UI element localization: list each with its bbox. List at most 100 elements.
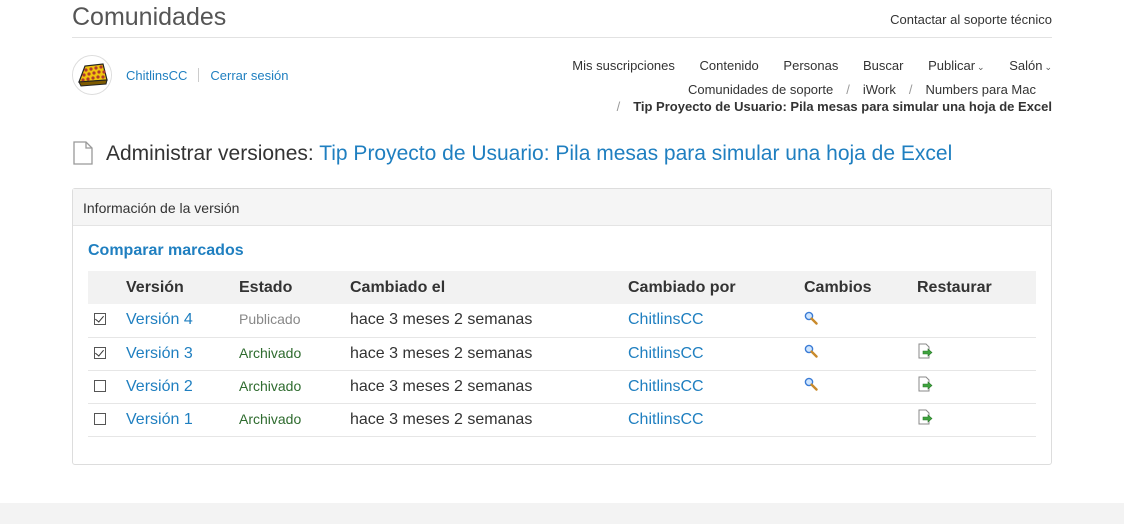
- logout-link[interactable]: Cerrar sesión: [210, 68, 288, 83]
- header-status: Estado: [239, 278, 293, 296]
- avatar[interactable]: [72, 55, 112, 95]
- compare-marked-button[interactable]: Comparar marcados: [88, 242, 244, 260]
- changed-by-cell: ChitlinsCC: [628, 370, 804, 403]
- user-links: ChitlinsCC Cerrar sesión: [126, 68, 288, 83]
- changes-cell: [804, 370, 917, 403]
- table-row: Versión 2 Archivado hace 3 meses 2 semanas…: [88, 370, 1036, 403]
- site-title[interactable]: Comunidades: [72, 3, 226, 32]
- changed-by-link[interactable]: ChitlinsCC: [628, 411, 704, 428]
- restore-cell: [917, 370, 1036, 403]
- versions-table: Versión Estado Cambiado el Cambiado por …: [88, 271, 1036, 437]
- changed-by-link[interactable]: ChitlinsCC: [628, 345, 704, 362]
- chevron-down-icon: ⌄: [977, 62, 985, 72]
- version-link[interactable]: Versión 2: [126, 378, 193, 395]
- version-cell: Versión 1: [126, 403, 239, 436]
- version-link[interactable]: Versión 3: [126, 345, 193, 362]
- avatar-image: [73, 56, 111, 94]
- table-header-row: Versión Estado Cambiado el Cambiado por …: [88, 271, 1036, 304]
- contact-support-link[interactable]: Contactar al soporte técnico: [890, 12, 1052, 27]
- row-checkbox[interactable]: [94, 313, 106, 326]
- breadcrumb-current: Tip Proyecto de Usuario: Pila mesas para…: [633, 99, 1052, 114]
- table-row: Versión 4 Publicado hace 3 meses 2 semanas…: [88, 304, 1036, 337]
- status-cell: Archivado: [239, 403, 350, 436]
- row-checkbox[interactable]: [94, 346, 106, 359]
- breadcrumb-item-iwork[interactable]: iWork: [863, 82, 896, 97]
- row-checkbox[interactable]: [94, 379, 106, 392]
- row-select-cell: [88, 304, 126, 337]
- view-changes-icon[interactable]: [804, 311, 818, 329]
- row-select-cell: [88, 370, 126, 403]
- header-version: Versión: [126, 278, 184, 296]
- row-checkbox[interactable]: [94, 412, 106, 425]
- nav-lounge-label: Salón: [1009, 58, 1043, 73]
- breadcrumb-separator: /: [616, 99, 621, 114]
- breadcrumb-separator: /: [846, 82, 850, 97]
- footer-bar: [0, 503, 1124, 524]
- status-cell: Archivado: [239, 370, 350, 403]
- changed-on-cell: hace 3 meses 2 semanas: [350, 344, 533, 362]
- view-changes-icon[interactable]: [804, 377, 818, 395]
- changes-cell: [804, 403, 917, 436]
- restore-cell: [917, 304, 1036, 337]
- changed-on-cell: hace 3 meses 2 semanas: [350, 311, 533, 329]
- header-changed-by: Cambiado por: [628, 278, 736, 296]
- nav-search[interactable]: Buscar: [863, 58, 903, 73]
- status-label: Archivado: [239, 377, 302, 394]
- status-label: Archivado: [239, 344, 302, 361]
- main-nav: Mis suscripciones Contenido Personas Bus…: [551, 58, 1052, 73]
- version-cell: Versión 3: [126, 337, 239, 370]
- changes-cell: [804, 337, 917, 370]
- version-link[interactable]: Versión 4: [126, 311, 193, 328]
- breadcrumb: Comunidades de soporte / iWork / Numbers par…: [688, 82, 1036, 97]
- nav-lounge[interactable]: Salón ⌄: [1009, 58, 1052, 73]
- changed-by-link[interactable]: ChitlinsCC: [628, 378, 704, 395]
- restore-icon[interactable]: [917, 376, 933, 396]
- header-divider: [72, 37, 1052, 38]
- status-label: Archivado: [239, 410, 302, 427]
- page-title-prefix: Administrar versiones:: [106, 142, 314, 165]
- restore-icon[interactable]: [917, 343, 933, 363]
- document-icon: [72, 141, 94, 171]
- breadcrumb-item-numbers[interactable]: Numbers para Mac: [925, 82, 1036, 97]
- nav-people[interactable]: Personas: [783, 58, 838, 73]
- changed-by-link[interactable]: ChitlinsCC: [628, 311, 704, 328]
- breadcrumb-item-support-communities[interactable]: Comunidades de soporte: [688, 82, 833, 97]
- status-cell: Archivado: [239, 337, 350, 370]
- table-row: Versión 1 Archivado hace 3 meses 2 semanas…: [88, 403, 1036, 436]
- user-separator: [198, 68, 200, 82]
- version-cell: Versión 2: [126, 370, 239, 403]
- header-changes: Cambios: [804, 278, 872, 296]
- nav-publish-label: Publicar: [928, 58, 976, 73]
- status-label: Publicado: [239, 311, 301, 328]
- panel-header: Información de la versión: [73, 189, 1051, 226]
- row-select-cell: [88, 337, 126, 370]
- header-restore: Restaurar: [917, 278, 992, 296]
- breadcrumb-current-line: / Tip Proyecto de Usuario: Pila mesas par…: [604, 99, 1052, 114]
- changes-cell: [804, 304, 917, 337]
- header-changed-on: Cambiado el: [350, 278, 446, 296]
- page-title: Administrar versiones: Tip Proyecto de U…: [72, 141, 952, 171]
- username-link[interactable]: ChitlinsCC: [126, 68, 187, 83]
- version-info-panel: Información de la versión Comparar marca…: [72, 188, 1052, 465]
- nav-publish[interactable]: Publicar ⌄: [928, 58, 985, 73]
- changed-on-cell: hace 3 meses 2 semanas: [350, 377, 533, 395]
- nav-my-subscriptions[interactable]: Mis suscripciones: [572, 58, 675, 73]
- restore-icon[interactable]: [917, 409, 933, 429]
- status-cell: Publicado: [239, 304, 350, 337]
- changed-by-cell: ChitlinsCC: [628, 337, 804, 370]
- row-select-cell: [88, 403, 126, 436]
- header-select: [88, 271, 126, 304]
- restore-cell: [917, 337, 1036, 370]
- version-cell: Versión 4: [126, 304, 239, 337]
- changed-by-cell: ChitlinsCC: [628, 304, 804, 337]
- changed-on-cell: hace 3 meses 2 semanas: [350, 410, 533, 428]
- table-row: Versión 3 Archivado hace 3 meses 2 semanas…: [88, 337, 1036, 370]
- breadcrumb-separator: /: [908, 82, 913, 97]
- page-title-link[interactable]: Tip Proyecto de Usuario: Pila mesas para…: [319, 142, 952, 165]
- restore-cell: [917, 403, 1036, 436]
- version-link[interactable]: Versión 1: [126, 411, 193, 428]
- chevron-down-icon: ⌄: [1044, 62, 1052, 72]
- view-changes-icon[interactable]: [804, 344, 818, 362]
- changed-by-cell: ChitlinsCC: [628, 403, 804, 436]
- nav-content[interactable]: Contenido: [700, 58, 759, 73]
